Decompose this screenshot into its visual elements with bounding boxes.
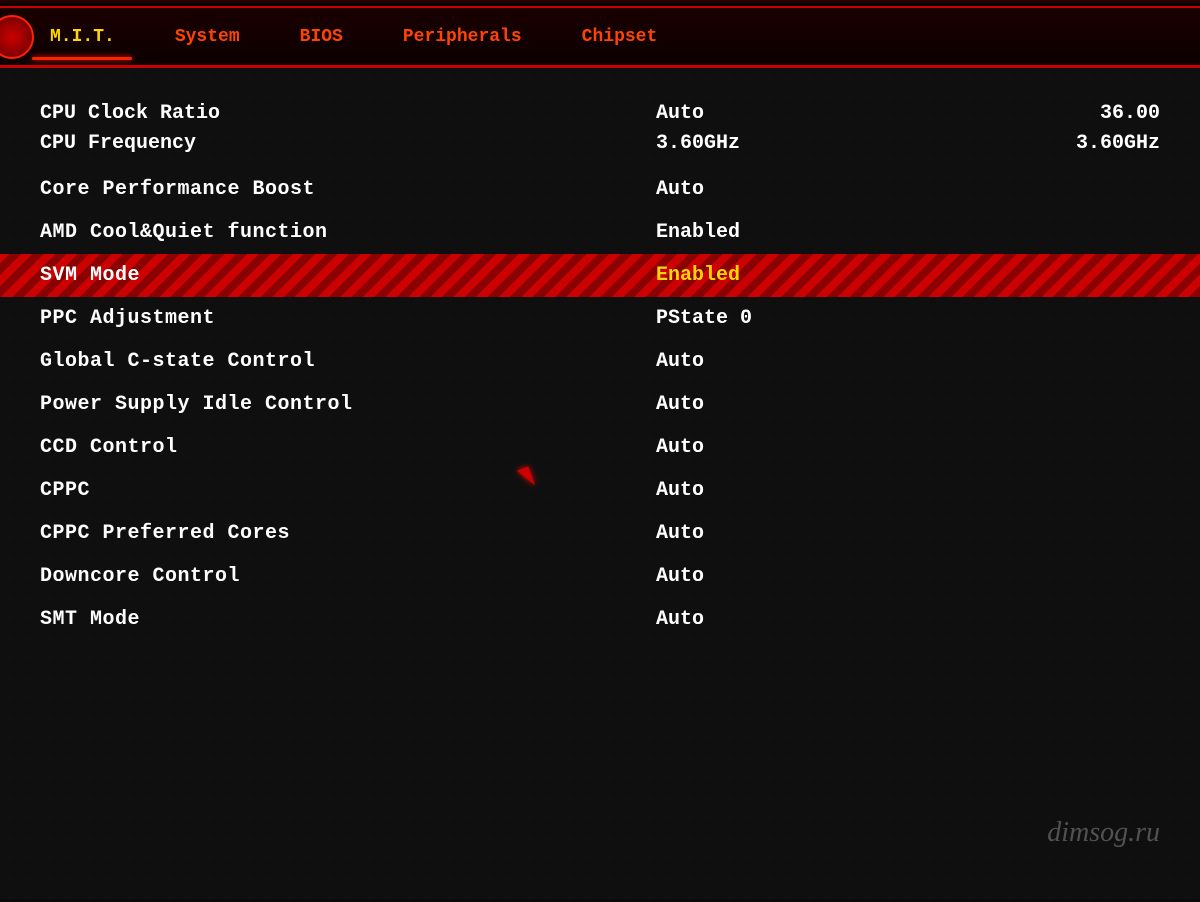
ppc-adjustment-value: PState 0 bbox=[656, 307, 1160, 330]
smt-mode-value: Auto bbox=[656, 608, 1160, 631]
downcore-control-value: Auto bbox=[656, 565, 1160, 588]
cpu-frequency-value2: 3.60GHz bbox=[1040, 132, 1160, 155]
cpu-clock-ratio-label: CPU Clock Ratio bbox=[40, 102, 656, 125]
ccd-control-value: Auto bbox=[656, 436, 1160, 459]
power-supply-idle-row[interactable]: Power Supply Idle Control Auto bbox=[40, 383, 1160, 426]
global-cstate-value: Auto bbox=[656, 350, 1160, 373]
settings-table: CPU Clock Ratio Auto 36.00 CPU Frequency… bbox=[40, 98, 1160, 641]
svm-mode-row[interactable]: SVM Mode Enabled bbox=[0, 254, 1200, 297]
tab-mit[interactable]: M.I.T. bbox=[20, 19, 145, 55]
top-decorative-bar bbox=[0, 0, 1200, 8]
downcore-control-row[interactable]: Downcore Control Auto bbox=[40, 555, 1160, 598]
global-cstate-row[interactable]: Global C-state Control Auto bbox=[40, 340, 1160, 383]
svm-mode-value: Enabled bbox=[656, 264, 1160, 287]
bios-main-content: CPU Clock Ratio Auto 36.00 CPU Frequency… bbox=[0, 68, 1200, 899]
cpu-clock-ratio-value1: Auto bbox=[656, 102, 1040, 125]
cppc-label: CPPC bbox=[40, 479, 656, 502]
cpu-clock-ratio-value2: 36.00 bbox=[1040, 102, 1160, 125]
cpu-frequency-value1: 3.60GHz bbox=[656, 132, 1040, 155]
tab-bios[interactable]: BIOS bbox=[270, 19, 373, 55]
tab-peripherals[interactable]: Peripherals bbox=[373, 19, 552, 55]
cppc-row[interactable]: CPPC Auto bbox=[40, 469, 1160, 512]
downcore-control-label: Downcore Control bbox=[40, 565, 656, 588]
svm-mode-label: SVM Mode bbox=[40, 264, 656, 287]
amd-cool-quiet-label: AMD Cool&Quiet function bbox=[40, 221, 656, 244]
core-performance-boost-row[interactable]: Core Performance Boost Auto bbox=[40, 168, 1160, 211]
cpu-frequency-label: CPU Frequency bbox=[40, 132, 656, 155]
cpu-clock-group: CPU Clock Ratio Auto 36.00 CPU Frequency… bbox=[40, 98, 1160, 158]
tab-chipset[interactable]: Chipset bbox=[552, 19, 688, 55]
cpu-frequency-row[interactable]: CPU Frequency 3.60GHz 3.60GHz bbox=[40, 128, 1160, 158]
cppc-preferred-label: CPPC Preferred Cores bbox=[40, 522, 656, 545]
smt-mode-label: SMT Mode bbox=[40, 608, 656, 631]
power-supply-idle-label: Power Supply Idle Control bbox=[40, 393, 656, 416]
ccd-control-label: CCD Control bbox=[40, 436, 656, 459]
watermark: dimsog.ru bbox=[1047, 817, 1160, 849]
amd-cool-quiet-row[interactable]: AMD Cool&Quiet function Enabled bbox=[40, 211, 1160, 254]
tab-system[interactable]: System bbox=[145, 19, 270, 55]
cppc-preferred-value: Auto bbox=[656, 522, 1160, 545]
cppc-value: Auto bbox=[656, 479, 1160, 502]
amd-cool-quiet-value: Enabled bbox=[656, 221, 1160, 244]
ppc-adjustment-label: PPC Adjustment bbox=[40, 307, 656, 330]
cppc-preferred-row[interactable]: CPPC Preferred Cores Auto bbox=[40, 512, 1160, 555]
global-cstate-label: Global C-state Control bbox=[40, 350, 656, 373]
core-performance-boost-value: Auto bbox=[656, 178, 1160, 201]
cpu-clock-ratio-row[interactable]: CPU Clock Ratio Auto 36.00 bbox=[40, 98, 1160, 128]
smt-mode-row[interactable]: SMT Mode Auto bbox=[40, 598, 1160, 641]
core-performance-boost-label: Core Performance Boost bbox=[40, 178, 656, 201]
ppc-adjustment-row[interactable]: PPC Adjustment PState 0 bbox=[40, 297, 1160, 340]
ccd-control-row[interactable]: CCD Control Auto bbox=[40, 426, 1160, 469]
power-supply-idle-value: Auto bbox=[656, 393, 1160, 416]
bios-nav-tabs: M.I.T. System BIOS Peripherals Chipset bbox=[0, 8, 1200, 68]
